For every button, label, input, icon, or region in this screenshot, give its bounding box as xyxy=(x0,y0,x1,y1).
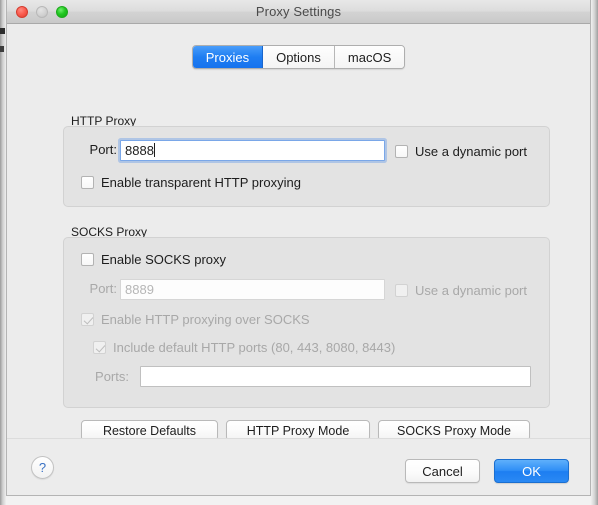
socks-dynamic-port-label: Use a dynamic port xyxy=(415,283,527,298)
tab-options[interactable]: Options xyxy=(263,46,335,68)
socks-dynamic-port-checkbox xyxy=(395,284,408,297)
http-proxy-group xyxy=(63,126,550,207)
socks-http-over-socks-checkbox xyxy=(81,313,94,326)
maximize-window-button[interactable] xyxy=(56,6,68,18)
segmented-control: Proxies Options macOS xyxy=(192,45,406,69)
socks-default-ports-checkbox xyxy=(93,341,106,354)
background-window-marker-second xyxy=(0,46,4,52)
socks-dynamic-port-row: Use a dynamic port xyxy=(395,283,527,298)
socks-default-ports-label: Include default HTTP ports (80, 443, 808… xyxy=(113,340,395,355)
http-dynamic-port-checkbox[interactable] xyxy=(395,145,408,158)
http-dynamic-port-row[interactable]: Use a dynamic port xyxy=(395,144,527,159)
tab-bar: Proxies Options macOS xyxy=(7,45,590,69)
socks-port-input xyxy=(120,279,385,300)
http-dynamic-port-label: Use a dynamic port xyxy=(415,144,527,159)
ok-button[interactable]: OK xyxy=(494,459,569,483)
tab-macos[interactable]: macOS xyxy=(335,46,404,68)
close-window-button[interactable] xyxy=(16,6,28,18)
background-window-right-edge xyxy=(591,0,598,505)
socks-port-label: Port: xyxy=(90,281,117,296)
dialog-content: Proxies Options macOS HTTP Proxy Port: U… xyxy=(7,24,590,496)
help-button[interactable]: ? xyxy=(31,456,54,479)
socks-enable-checkbox[interactable] xyxy=(81,253,94,266)
http-port-label-wrap: Port: xyxy=(75,142,117,157)
socks-http-over-socks-row: Enable HTTP proxying over SOCKS xyxy=(81,312,310,327)
socks-ports-input[interactable] xyxy=(140,366,531,387)
window-controls xyxy=(16,0,68,23)
http-port-label: Port: xyxy=(90,142,117,157)
http-port-input[interactable] xyxy=(120,140,385,161)
socks-ports-label: Ports: xyxy=(95,369,129,384)
socks-enable-label: Enable SOCKS proxy xyxy=(101,252,226,267)
text-caret xyxy=(154,143,155,157)
minimize-window-button xyxy=(36,6,48,18)
dialog-footer: ? Cancel OK xyxy=(7,438,590,496)
socks-ports-label-wrap: Ports: xyxy=(75,369,129,384)
socks-port-label-wrap: Port: xyxy=(75,281,117,296)
screen: Proxy Settings Proxies Options macOS HTT… xyxy=(0,0,598,505)
http-transparent-proxy-label: Enable transparent HTTP proxying xyxy=(101,175,301,190)
http-transparent-proxy-row[interactable]: Enable transparent HTTP proxying xyxy=(81,175,301,190)
background-window-marker-top xyxy=(0,28,5,34)
proxy-settings-dialog: Proxy Settings Proxies Options macOS HTT… xyxy=(6,0,591,496)
title-bar[interactable]: Proxy Settings xyxy=(7,0,590,24)
socks-enable-row[interactable]: Enable SOCKS proxy xyxy=(81,252,226,267)
http-transparent-proxy-checkbox[interactable] xyxy=(81,176,94,189)
socks-http-over-socks-label: Enable HTTP proxying over SOCKS xyxy=(101,312,310,327)
window-title: Proxy Settings xyxy=(256,4,341,19)
cancel-button[interactable]: Cancel xyxy=(405,459,480,483)
tab-proxies[interactable]: Proxies xyxy=(193,46,263,68)
socks-default-ports-row: Include default HTTP ports (80, 443, 808… xyxy=(93,340,395,355)
